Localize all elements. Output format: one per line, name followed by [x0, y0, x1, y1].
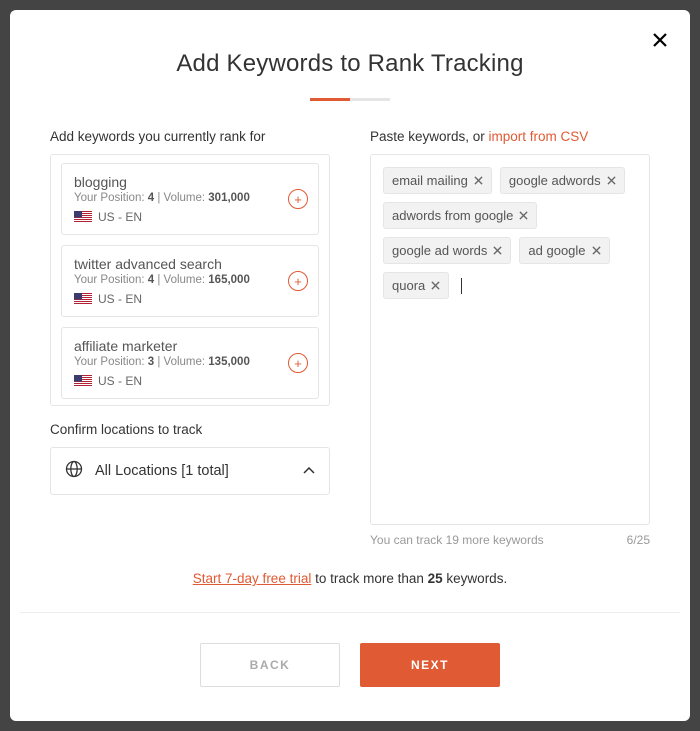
close-button[interactable] [648, 28, 672, 55]
remaining-hint: You can track 19 more keywords [370, 533, 544, 547]
remove-tag-button[interactable] [519, 211, 528, 220]
keyword-count: 6/25 [627, 533, 650, 547]
add-keyword-button[interactable]: + [288, 271, 308, 291]
paste-label: Paste keywords, or import from CSV [370, 129, 650, 144]
footer: Back Next [10, 613, 690, 721]
suggestions-label: Add keywords you currently rank for [50, 129, 330, 144]
remove-tag-button[interactable] [592, 246, 601, 255]
close-icon [519, 211, 528, 220]
keyword-tag: google ad words [383, 237, 511, 264]
us-flag-icon [74, 211, 92, 223]
modal: Add Keywords to Rank Tracking Add keywor… [10, 10, 690, 721]
us-flag-icon [74, 375, 92, 387]
close-icon [592, 246, 601, 255]
left-column: Add keywords you currently rank for blog… [50, 129, 330, 547]
trial-prompt: Start 7-day free trial to track more tha… [10, 547, 690, 612]
right-column: Paste keywords, or import from CSV email… [370, 129, 650, 547]
keyword-card: twitter advanced search Your Position: 4… [61, 245, 319, 317]
plus-icon: + [294, 275, 302, 288]
modal-title: Add Keywords to Rank Tracking [30, 50, 670, 78]
keyword-tag: adwords from google [383, 202, 537, 229]
add-keyword-button[interactable]: + [288, 353, 308, 373]
location-select-value: All Locations [1 total] [95, 463, 229, 479]
keyword-tag: ad google [519, 237, 609, 264]
keyword-name: affiliate marketer [74, 338, 306, 354]
confirm-locations-label: Confirm locations to track [50, 422, 330, 437]
keyword-locale: US - EN [74, 210, 306, 224]
keyword-name: twitter advanced search [74, 256, 306, 272]
start-trial-link[interactable]: Start 7-day free trial [193, 571, 312, 586]
close-icon [493, 246, 502, 255]
tag-footer: You can track 19 more keywords 6/25 [370, 533, 650, 547]
close-icon [607, 176, 616, 185]
keyword-card: blogging Your Position: 4 | Volume: 301,… [61, 163, 319, 235]
location-select[interactable]: All Locations [1 total] [50, 447, 330, 495]
close-icon [474, 176, 483, 185]
close-icon [431, 281, 440, 290]
chevron-up-icon [303, 463, 315, 479]
keyword-tag: quora [383, 272, 449, 299]
keyword-locale: US - EN [74, 374, 306, 388]
next-button[interactable]: Next [360, 643, 500, 687]
keyword-input-box[interactable]: email mailing google adwords adwords fro… [370, 154, 650, 525]
keyword-name: blogging [74, 174, 306, 190]
keyword-tag: google adwords [500, 167, 625, 194]
keyword-locale: US - EN [74, 292, 306, 306]
keyword-card: affiliate marketer Your Position: 3 | Vo… [61, 327, 319, 399]
suggestions-list: blogging Your Position: 4 | Volume: 301,… [50, 154, 330, 406]
keyword-meta: Your Position: 4 | Volume: 301,000 [74, 192, 306, 204]
close-icon [652, 32, 668, 48]
text-cursor [461, 278, 462, 294]
remove-tag-button[interactable] [431, 281, 440, 290]
plus-icon: + [294, 357, 302, 370]
keyword-meta: Your Position: 4 | Volume: 165,000 [74, 274, 306, 286]
add-keyword-button[interactable]: + [288, 189, 308, 209]
remove-tag-button[interactable] [474, 176, 483, 185]
plus-icon: + [294, 193, 302, 206]
keyword-meta: Your Position: 3 | Volume: 135,000 [74, 356, 306, 368]
header: Add Keywords to Rank Tracking [10, 10, 690, 101]
back-button[interactable]: Back [200, 643, 340, 687]
globe-icon [65, 460, 83, 482]
remove-tag-button[interactable] [607, 176, 616, 185]
import-csv-link[interactable]: import from CSV [489, 129, 589, 144]
remove-tag-button[interactable] [493, 246, 502, 255]
keyword-tag: email mailing [383, 167, 492, 194]
us-flag-icon [74, 293, 92, 305]
